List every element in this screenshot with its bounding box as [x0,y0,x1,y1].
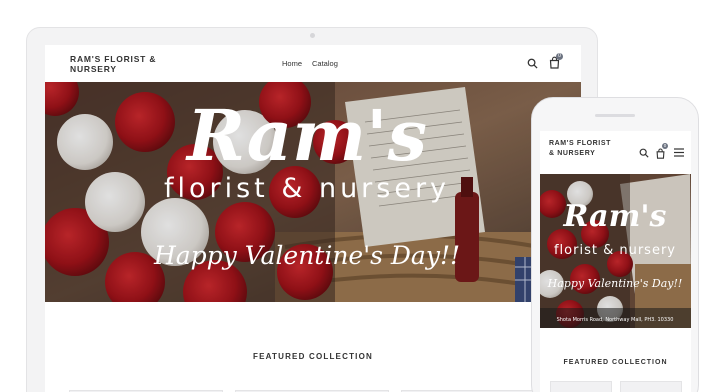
hero-tagline: Happy Valentine's Day!! [153,241,460,270]
laptop-camera [310,33,315,38]
search-icon[interactable] [639,148,649,158]
cart-count-badge: 0 [662,143,668,149]
mobile-hero-banner[interactable]: Ram's florist & nursery Happy Valentine'… [540,174,691,328]
mobile-hero-tagline: Happy Valentine's Day!! [547,277,683,290]
nav-catalog[interactable]: Catalog [312,59,338,68]
cart-count-badge: 0 [556,53,563,60]
phone-frame: RAM'S FLORIST & NURSERY 0 Ram's florist … [531,97,699,392]
store-logo[interactable]: RAM'S FLORIST & NURSERY [70,54,180,74]
main-nav: Home Catalog [282,59,338,68]
laptop-frame: RAM'S FLORIST & NURSERY Home Catalog 0 R… [26,27,598,392]
desktop-header: RAM'S FLORIST & NURSERY Home Catalog 0 [45,45,581,82]
search-icon[interactable] [527,58,538,69]
phone-speaker [595,114,635,117]
mobile-hero-subtitle: florist & nursery [554,243,676,258]
mobile-hero-address: Shota Morris Road, Northway Mall, PH3. 1… [557,317,674,323]
cart-button[interactable]: 0 [548,53,563,69]
hamburger-menu-icon[interactable] [674,148,684,157]
mobile-product-card[interactable] [620,381,682,392]
mobile-featured-collection-heading: FEATURED COLLECTION [563,359,668,366]
mobile-hero-image: Ram's florist & nursery Happy Valentine'… [540,174,691,328]
mobile-store-logo[interactable]: RAM'S FLORIST & NURSERY [549,139,619,159]
hero-subtitle: florist & nursery [164,173,450,204]
hero-title: Ram's [185,94,427,177]
hero-banner[interactable]: Ram's florist & nursery Happy Valentine'… [45,82,581,302]
mobile-product-card[interactable] [550,381,612,392]
desktop-screen: RAM'S FLORIST & NURSERY Home Catalog 0 R… [45,45,581,392]
hero-image: Ram's florist & nursery Happy Valentine'… [45,82,581,302]
mobile-screen: RAM'S FLORIST & NURSERY 0 Ram's florist … [540,131,691,392]
mobile-cart-button[interactable]: 0 [655,143,668,159]
featured-collection-heading: FEATURED COLLECTION [253,352,373,361]
nav-home[interactable]: Home [282,59,302,68]
cart-icon [656,148,665,159]
mobile-hero-title: Ram's [563,199,667,234]
